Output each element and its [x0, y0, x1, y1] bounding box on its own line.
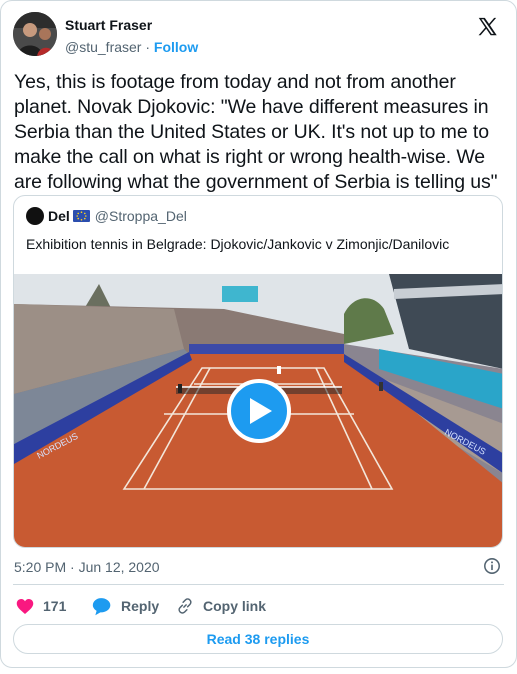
link-icon	[178, 598, 192, 614]
info-icon[interactable]	[483, 557, 501, 575]
quoted-avatar	[26, 207, 44, 225]
quoted-author-name: Del	[48, 208, 70, 224]
play-icon	[250, 398, 272, 424]
quoted-tweet-header: Del @Stroppa_Del	[26, 207, 187, 227]
tweet-text: Yes, this is footage from today and not …	[14, 71, 498, 193]
author-handle[interactable]: @stu_fraser	[65, 39, 141, 55]
quoted-tweet[interactable]: Del @Stroppa_Del Exhibition tennis in Bel…	[13, 195, 503, 548]
video-thumbnail[interactable]: NORDEUS NORDEUS	[14, 274, 502, 547]
quoted-author-handle: @Stroppa_Del	[94, 208, 187, 224]
quoted-tweet-text: Exhibition tennis in Belgrade: Djokovic/…	[26, 236, 450, 252]
copy-link-label: Copy link	[203, 598, 267, 614]
divider	[13, 584, 504, 585]
like-button[interactable]: 171	[16, 595, 66, 617]
tweet-timestamp[interactable]: 5:20 PM · Jun 12, 2020	[14, 559, 160, 575]
read-replies-button[interactable]: Read 38 replies	[13, 624, 503, 654]
reply-button[interactable]: Reply	[92, 595, 159, 617]
copy-link-button[interactable]: Copy link	[176, 595, 266, 617]
follow-button[interactable]: Follow	[154, 39, 198, 55]
x-logo-icon[interactable]	[476, 16, 498, 38]
like-count: 171	[43, 598, 67, 614]
eu-flag-icon	[72, 210, 90, 222]
avatar[interactable]	[13, 12, 57, 56]
reply-label: Reply	[121, 598, 160, 614]
tweet-card: Stuart Fraser @stu_fraser · Follow Yes, …	[0, 0, 517, 668]
tweet-actions: 171 Reply Copy link	[13, 595, 503, 617]
author-name[interactable]: Stuart Fraser	[65, 17, 152, 33]
play-button[interactable]	[227, 379, 291, 443]
reply-bubble-icon	[92, 597, 111, 615]
author-handle-line: @stu_fraser · Follow	[65, 39, 198, 55]
separator-dot: ·	[145, 39, 151, 55]
tweet-header: Stuart Fraser @stu_fraser · Follow	[13, 12, 504, 58]
heart-icon	[16, 598, 34, 614]
